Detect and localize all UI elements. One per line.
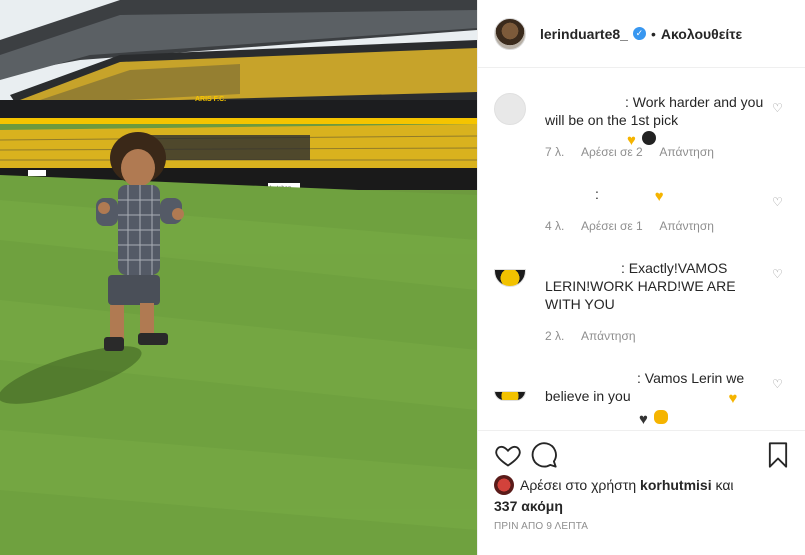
comment-body: Work harder and you will be on the 1st p… <box>545 94 764 128</box>
comment-like-heart-icon[interactable]: ♡ <box>772 195 784 209</box>
action-buttons-row <box>494 441 790 471</box>
comment-text-block: : Vamos Lerin we believe in you ♥ ♥ <box>545 369 765 429</box>
verified-badge-icon: ✓ <box>632 27 646 40</box>
post-header: lerinduarte8_ ✓ • Ακολουθείτε <box>478 0 805 68</box>
bomb-emoji-icon <box>641 131 656 145</box>
comment-likes-count[interactable]: Αρέσει σε 2 <box>581 145 643 159</box>
post-photo[interactable]: ARIS F.C. betshop <box>0 0 477 555</box>
like-heart-icon[interactable] <box>494 441 522 469</box>
liker-avatar[interactable] <box>494 475 514 495</box>
comment-reply-button[interactable]: Απάντηση <box>659 219 714 233</box>
commenter-avatar[interactable] <box>494 183 526 215</box>
likes-suffix: και <box>715 477 734 493</box>
author-avatar[interactable] <box>494 17 526 50</box>
comment-text-block: : Exactly!VAMOS LERIN!WORK HARD!WE ARE W… <box>545 259 765 313</box>
comment-like-heart-icon[interactable]: ♡ <box>772 101 784 115</box>
comment-meta: 7 λ. Αρέσει σε 2 Απάντηση <box>545 145 728 159</box>
comment-reply-button[interactable]: Απάντηση <box>581 329 636 343</box>
comment-age: 2 λ. <box>545 329 565 343</box>
comment-meta: 2 λ. Απάντηση <box>545 329 650 343</box>
black-heart-emoji-icon: ♥ <box>639 411 648 428</box>
post-timestamp[interactable]: ΠΡΙΝ ΑΠΟ 9 ΛΕΠΤΑ <box>494 521 588 532</box>
likes-prefix: Αρέσει στο χρήστη <box>520 477 637 493</box>
commenter-avatar[interactable] <box>494 391 526 401</box>
comment-meta: 4 λ. Αρέσει σε 1 Απάντηση <box>545 219 728 233</box>
comment-colon: : <box>637 370 645 386</box>
following-button[interactable]: Ακολουθείτε <box>661 26 742 42</box>
separator-dot: • <box>650 25 656 42</box>
comments-list[interactable]: : Work harder and you will be on the 1st… <box>478 69 805 429</box>
post-side-panel: lerinduarte8_ ✓ • Ακολουθείτε : Work har… <box>477 0 805 555</box>
comment-text-block: : Work harder and you will be on the 1st… <box>545 93 765 150</box>
yellow-heart-emoji-icon: ♥ <box>728 390 738 407</box>
comment-bubble-icon[interactable] <box>530 441 558 469</box>
instagram-post-view: ARIS F.C. betshop <box>0 0 805 555</box>
comment-body: Exactly!VAMOS LERIN!WORK HARD!WE ARE WIT… <box>545 260 736 312</box>
comment-text-block: : ♥ <box>545 185 765 206</box>
comment-like-heart-icon[interactable]: ♡ <box>772 377 784 391</box>
comment-colon: : <box>625 94 633 110</box>
comment-likes-count[interactable]: Αρέσει σε 1 <box>581 219 643 233</box>
comment-reply-button[interactable]: Απάντηση <box>659 145 714 159</box>
commenter-avatar[interactable] <box>494 269 526 287</box>
author-username[interactable]: lerinduarte8_ <box>540 26 628 42</box>
clap-emoji-icon <box>653 410 668 424</box>
likes-summary: Αρέσει στο χρήστη korhutmisi και 337 ακό… <box>494 475 790 517</box>
comment-age: 4 λ. <box>545 219 565 233</box>
liker-username[interactable]: korhutmisi <box>640 477 712 493</box>
comment-like-heart-icon[interactable]: ♡ <box>772 267 784 281</box>
stadium-photo-illustration: ARIS F.C. betshop <box>0 0 477 555</box>
commenter-avatar[interactable] <box>494 93 526 125</box>
comment-age: 7 λ. <box>545 145 565 159</box>
banner-text: ARIS F.C. <box>195 96 226 103</box>
bookmark-icon[interactable] <box>764 441 792 469</box>
likes-count[interactable]: 337 ακόμη <box>494 498 563 514</box>
post-actions-area: Αρέσει στο χρήστη korhutmisi και 337 ακό… <box>478 430 805 555</box>
comment-colon: : <box>595 186 603 202</box>
yellow-heart-emoji-icon: ♥ <box>654 188 664 205</box>
comment-colon: : <box>621 260 629 276</box>
